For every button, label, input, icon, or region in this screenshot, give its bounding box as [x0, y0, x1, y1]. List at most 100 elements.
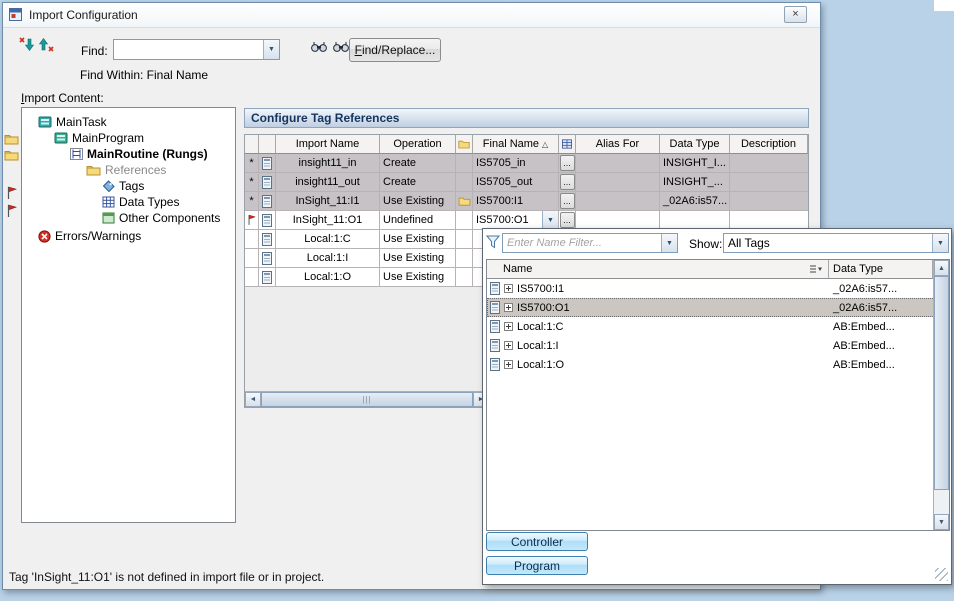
expand-plus-icon[interactable]: [504, 303, 513, 312]
operation-cell[interactable]: Undefined: [380, 211, 456, 230]
row-marker: *: [245, 192, 259, 211]
import-name-cell[interactable]: InSight_11:O1: [276, 211, 380, 230]
close-button[interactable]: ×: [784, 6, 807, 23]
goto-next-icon[interactable]: [37, 35, 57, 53]
tree-item-mainprogram[interactable]: MainProgram: [54, 130, 144, 146]
table-row[interactable]: * insight11_in Create IS5705_in ... INSI…: [245, 154, 808, 173]
browser-row-selected[interactable]: IS5700:O1 _02A6:is57...: [487, 298, 949, 317]
browse-cell[interactable]: ...: [559, 154, 576, 173]
import-name-cell[interactable]: insight11_out: [276, 173, 380, 192]
alias-for-cell[interactable]: [576, 173, 660, 192]
chevron-down-icon[interactable]: ▼: [542, 211, 558, 229]
operation-cell[interactable]: Use Existing: [380, 268, 456, 287]
alias-for-cell[interactable]: [576, 192, 660, 211]
hscrollbar-thumb[interactable]: |||: [261, 392, 473, 407]
vertical-scrollbar[interactable]: ▲ ▼: [933, 260, 949, 530]
header-operation[interactable]: Operation: [380, 135, 456, 154]
import-name-cell[interactable]: Local:1:O: [276, 268, 380, 287]
browse-cell[interactable]: ...: [559, 173, 576, 192]
final-name-cell[interactable]: IS5705_out: [473, 173, 559, 192]
browser-row[interactable]: IS5700:I1 _02A6:is57...: [487, 279, 949, 298]
expand-plus-icon[interactable]: [504, 284, 513, 293]
program-button[interactable]: Program: [486, 556, 588, 575]
browser-tag-name[interactable]: Local:1:O: [517, 359, 564, 371]
existing-tag-folder-icon: [456, 192, 473, 211]
tree-item-data-types[interactable]: Data Types: [102, 194, 179, 210]
browser-row[interactable]: Local:1:O AB:Embed...: [487, 355, 949, 374]
table-row[interactable]: * InSight_11:I1 Use Existing IS5700:I1 .…: [245, 192, 808, 211]
controller-button[interactable]: Controller: [486, 532, 588, 551]
scroll-up-arrow[interactable]: ▲: [934, 260, 949, 276]
header-description[interactable]: Description: [730, 135, 808, 154]
header-import-name[interactable]: Import Name: [276, 135, 380, 154]
operation-cell[interactable]: Use Existing: [380, 192, 456, 211]
browser-tag-name[interactable]: Local:1:C: [517, 321, 563, 333]
header-alias-for[interactable]: Alias For: [576, 135, 660, 154]
browser-tag-name[interactable]: IS5700:O1: [517, 302, 570, 314]
expand-plus-icon[interactable]: [504, 360, 513, 369]
operation-cell[interactable]: Use Existing: [380, 249, 456, 268]
chevron-down-icon[interactable]: ▼: [661, 234, 677, 252]
find-replace-button[interactable]: Find/Replace...: [349, 38, 441, 62]
tree-item-errors-warnings[interactable]: Errors/Warnings: [38, 228, 141, 244]
header-final-name[interactable]: Final Name△: [473, 135, 559, 154]
final-name-cell[interactable]: IS5705_in: [473, 154, 559, 173]
chevron-down-icon[interactable]: ▼: [932, 234, 948, 252]
browse-ellipsis-button[interactable]: ...: [560, 193, 575, 209]
import-name-cell[interactable]: insight11_in: [276, 154, 380, 173]
browser-tag-name[interactable]: IS5700:I1: [517, 283, 564, 295]
header-data-type[interactable]: Data Type: [660, 135, 730, 154]
alias-for-cell[interactable]: [576, 154, 660, 173]
find-within-label: Find Within: Final Name: [80, 68, 208, 82]
browse-cell[interactable]: ...: [559, 192, 576, 211]
table-row[interactable]: * insight11_out Create IS5705_out ... IN…: [245, 173, 808, 192]
browser-row[interactable]: Local:1:C AB:Embed...: [487, 317, 949, 336]
scroll-down-arrow[interactable]: ▼: [934, 514, 949, 530]
description-cell[interactable]: [730, 154, 808, 173]
find-combobox[interactable]: ▼: [113, 39, 280, 60]
browse-ellipsis-button[interactable]: ...: [560, 212, 575, 228]
browser-header-data-type[interactable]: Data Type: [829, 260, 933, 279]
browse-ellipsis-button[interactable]: ...: [560, 155, 575, 171]
name-filter-combobox[interactable]: ▼: [502, 233, 678, 253]
expand-plus-icon[interactable]: [504, 322, 513, 331]
find-input[interactable]: [114, 40, 263, 59]
operation-cell[interactable]: Create: [380, 154, 456, 173]
column-options-icon[interactable]: [809, 264, 823, 277]
find-up-binoculars-icon[interactable]: [331, 37, 351, 55]
operation-cell[interactable]: Use Existing: [380, 230, 456, 249]
panel-title: Configure Tag References: [244, 108, 809, 128]
filter-funnel-icon[interactable]: [486, 235, 500, 254]
tree-item-mainroutine[interactable]: MainRoutine (Rungs): [70, 146, 208, 162]
description-cell[interactable]: [730, 173, 808, 192]
description-cell[interactable]: [730, 192, 808, 211]
browser-header-name[interactable]: Name: [487, 260, 829, 279]
tree-item-tags[interactable]: Tags: [102, 178, 144, 194]
tree-item-other-components[interactable]: Other Components: [102, 210, 220, 226]
tree-item-label: Tags: [119, 179, 144, 193]
browser-row[interactable]: Local:1:I AB:Embed...: [487, 336, 949, 355]
import-name-cell[interactable]: Local:1:I: [276, 249, 380, 268]
name-filter-input[interactable]: [503, 234, 661, 252]
title-bar[interactable]: Import Configuration ×: [3, 3, 820, 28]
tree-item-maintask[interactable]: MainTask: [38, 114, 107, 130]
import-content-tree: MainTask MainProgram MainRoutine (Rungs)…: [21, 107, 236, 523]
browse-ellipsis-button[interactable]: ...: [560, 174, 575, 190]
find-down-binoculars-icon[interactable]: [309, 37, 329, 55]
tree-item-references[interactable]: References: [86, 162, 166, 178]
tag-browser-popup: ▼ Show: All Tags ▼ Name Data Type IS5700…: [482, 228, 952, 585]
browser-tag-name[interactable]: Local:1:I: [517, 340, 559, 352]
operation-cell[interactable]: Create: [380, 173, 456, 192]
import-name-cell[interactable]: Local:1:C: [276, 230, 380, 249]
final-name-cell[interactable]: IS5700:I1: [473, 192, 559, 211]
import-name-cell[interactable]: InSight_11:I1: [276, 192, 380, 211]
chevron-down-icon[interactable]: ▼: [263, 40, 279, 59]
scroll-left-arrow[interactable]: ◄: [245, 392, 261, 407]
show-combobox[interactable]: All Tags ▼: [723, 233, 949, 253]
expand-plus-icon[interactable]: [504, 341, 513, 350]
flag-icon: [6, 186, 17, 200]
sort-asc-icon: △: [542, 140, 548, 149]
resize-grip[interactable]: [935, 568, 948, 581]
goto-previous-icon[interactable]: [15, 35, 35, 53]
vscrollbar-thumb[interactable]: [934, 276, 949, 490]
